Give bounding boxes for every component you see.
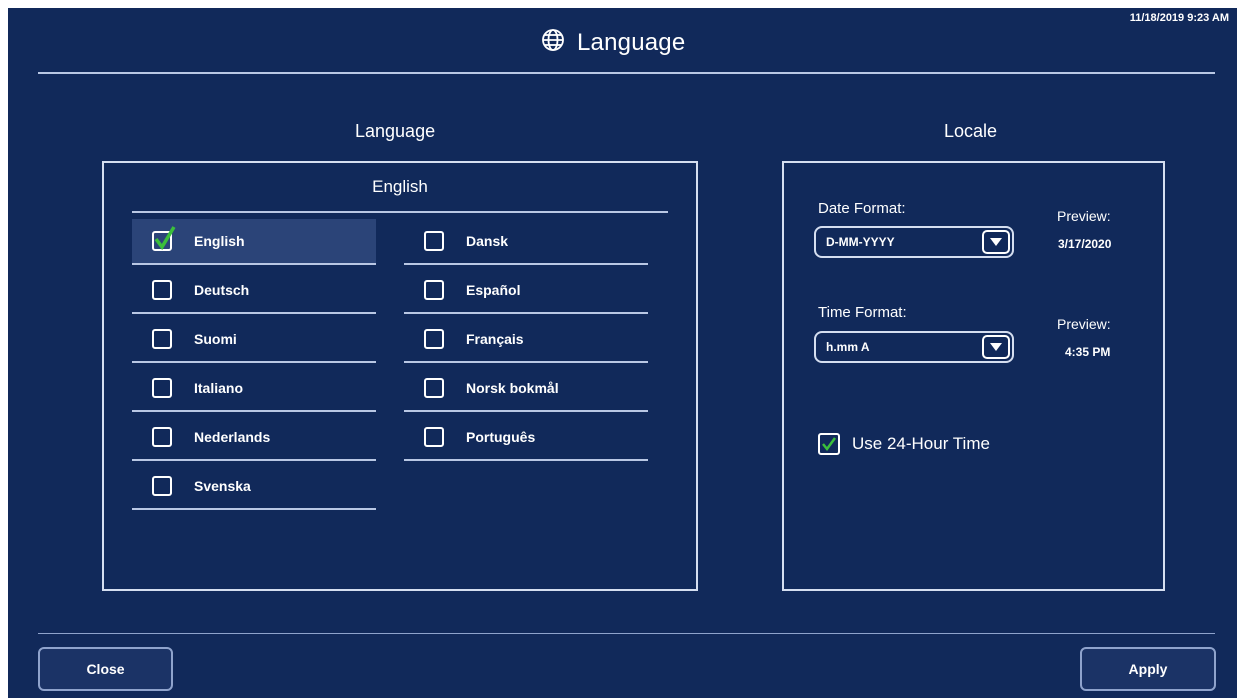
- date-format-label: Date Format:: [818, 200, 906, 217]
- language-option-label: English: [194, 233, 245, 249]
- current-language-divider: [132, 211, 668, 213]
- language-option-label: Suomi: [194, 331, 237, 347]
- date-preview-value: 3/17/2020: [1058, 237, 1112, 251]
- use-24-hour-toggle[interactable]: Use 24-Hour Time: [818, 433, 990, 455]
- footer-divider: [38, 633, 1215, 634]
- checkbox-icon[interactable]: [424, 378, 444, 398]
- header: Language: [541, 28, 685, 58]
- time-format-label: Time Format:: [818, 304, 907, 321]
- checkbox-icon[interactable]: [424, 329, 444, 349]
- date-format-select[interactable]: D-MM-YYYY: [814, 226, 1014, 258]
- apply-button[interactable]: Apply: [1080, 647, 1216, 691]
- language-option-label: Français: [466, 331, 524, 347]
- date-preview-label: Preview:: [1057, 208, 1111, 224]
- checkbox-icon[interactable]: [424, 231, 444, 251]
- language-option[interactable]: Italiano: [132, 366, 376, 412]
- checkbox-icon[interactable]: [152, 329, 172, 349]
- language-option[interactable]: Suomi: [132, 317, 376, 363]
- time-format-select[interactable]: h.mm A: [814, 331, 1014, 363]
- language-option-label: Nederlands: [194, 429, 271, 445]
- language-section-title: Language: [355, 121, 436, 141]
- page-title: Language: [577, 29, 686, 56]
- language-option[interactable]: Norsk bokmål: [404, 366, 648, 412]
- checkbox-icon[interactable]: [152, 280, 172, 300]
- locale-section-title: Locale: [944, 121, 998, 141]
- language-option-label: Dansk: [466, 233, 509, 249]
- language-option[interactable]: Español: [404, 268, 648, 314]
- checkbox-icon[interactable]: [152, 476, 172, 496]
- language-option[interactable]: Français: [404, 317, 648, 363]
- language-option[interactable]: Português: [404, 415, 648, 461]
- language-option[interactable]: Nederlands: [132, 415, 376, 461]
- language-option-label: Italiano: [194, 380, 244, 396]
- checkbox-icon[interactable]: [152, 378, 172, 398]
- checked-checkbox-icon[interactable]: [152, 226, 176, 251]
- language-option-label: Português: [466, 429, 536, 445]
- language-option-label: Norsk bokmål: [466, 380, 559, 396]
- timestamp: 11/18/2019 9:23 AM: [1129, 12, 1229, 24]
- current-language: English: [372, 177, 428, 196]
- use-24-hour-checkbox[interactable]: [818, 433, 840, 455]
- language-panel: English English Deutsch Suomi Italiano Neder…: [102, 161, 698, 591]
- checkbox-icon[interactable]: [424, 280, 444, 300]
- checkbox-icon[interactable]: [424, 427, 444, 447]
- date-format-value: D-MM-YYYY: [826, 235, 895, 249]
- language-option-label: Español: [466, 282, 521, 298]
- language-option-label: Deutsch: [194, 282, 250, 298]
- chevron-down-icon[interactable]: [982, 230, 1010, 254]
- time-format-value: h.mm A: [826, 340, 870, 354]
- header-divider: [38, 72, 1215, 74]
- language-option[interactable]: Svenska: [132, 464, 376, 510]
- language-settings-screen: Language 11/18/2019 9:23 AM Language Eng…: [8, 8, 1237, 698]
- close-button[interactable]: Close: [38, 647, 173, 691]
- language-option-label: Svenska: [194, 478, 251, 494]
- time-preview-label: Preview:: [1057, 316, 1111, 332]
- language-option[interactable]: Dansk: [404, 219, 648, 265]
- checkbox-icon[interactable]: [152, 427, 172, 447]
- chevron-down-icon[interactable]: [982, 335, 1010, 359]
- language-option[interactable]: English: [132, 219, 376, 265]
- time-preview-value: 4:35 PM: [1065, 345, 1111, 359]
- globe-icon: [541, 28, 565, 59]
- use-24-hour-label: Use 24-Hour Time: [852, 434, 990, 453]
- language-option[interactable]: Deutsch: [132, 268, 376, 314]
